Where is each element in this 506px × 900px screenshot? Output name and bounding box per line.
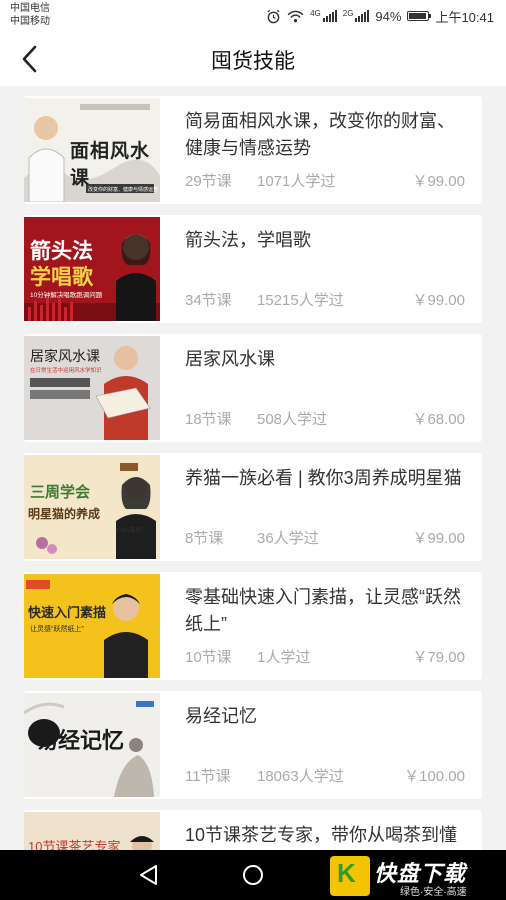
cover-title-2: 学唱歌 <box>30 264 93 289</box>
watermark-subtext: 绿色·安全·高速 <box>400 887 467 898</box>
course-meta: 11节课 18063人学过 ￥100.00 <box>185 765 465 786</box>
course-thumbnail: 三周学会 明星猫的养成 Kitty(猫姐) <box>24 455 160 559</box>
battery-percent: 94% <box>375 8 402 24</box>
course-meta: 10节课 1人学过 ￥79.00 <box>185 646 465 667</box>
learner-count: 1人学过 <box>257 649 311 666</box>
cover-tag: 让灵感“跃然纸上” <box>30 626 84 633</box>
system-nav-bar: K 快盘下载 绿色·安全·高速 <box>0 850 506 900</box>
battery-icon <box>407 11 432 21</box>
clock: 上午10:41 <box>435 9 494 25</box>
course-price: ￥99.00 <box>412 173 465 190</box>
course-meta: 34节课 15215人学过 ￥99.00 <box>185 289 465 310</box>
watermark: K 快盘下载 绿色·安全·高速 <box>330 856 498 898</box>
course-price: ￥68.00 <box>412 411 465 428</box>
lesson-count: 10节课 <box>185 649 232 666</box>
cover-title: 面相风水课 <box>70 140 151 189</box>
course-meta: 18节课 508人学过 ￥68.00 <box>185 408 465 429</box>
course-card[interactable]: 面相风水课 改变你的财富、健康与情感运势 简易面相风水课，改变你的财富、健康与情… <box>24 96 482 204</box>
learner-count: 508人学过 <box>257 411 328 428</box>
learner-count: 1071人学过 <box>257 173 336 190</box>
learner-count: 15215人学过 <box>257 292 344 309</box>
course-card[interactable]: 快速入门素描 让灵感“跃然纸上” 零基础快速入门素描，让灵感“跃然纸上” 10节… <box>24 572 482 680</box>
learner-count: 36人学过 <box>257 530 319 547</box>
watermark-logo-letter: K <box>337 858 356 888</box>
course-thumbnail: 快速入门素描 让灵感“跃然纸上” <box>24 574 160 678</box>
status-bar: 中国电信 中国移动 4G 2G 94% 上午10:41 <box>0 0 506 32</box>
cover-title: 三周学会 <box>30 483 91 501</box>
course-price: ￥79.00 <box>412 649 465 666</box>
cover-title: 易经记忆 <box>36 728 125 754</box>
system-home-button[interactable] <box>240 862 266 888</box>
cover-tag: Kitty(猫姐) <box>116 528 144 534</box>
signal-icon-1 <box>322 10 337 22</box>
course-card[interactable]: 易经记忆 易经记忆 11节课 18063人学过 ￥100.00 <box>24 691 482 799</box>
nav-bar: 囤货技能 <box>0 32 506 86</box>
network-type-1: 4G <box>310 8 321 18</box>
triangle-back-icon <box>140 865 157 885</box>
cover-title-2: 明星猫的养成 <box>28 507 101 521</box>
course-card[interactable]: 居家风水课 在日常生活中运用风水学知识 居家风水课 18节课 508人学过 ￥6… <box>24 334 482 442</box>
course-price: ￥99.00 <box>412 292 465 309</box>
course-title: 简易面相风水课，改变你的财富、健康与情感运势 <box>185 111 455 158</box>
course-title: 零基础快速入门素描，让灵感“跃然纸上” <box>185 587 461 634</box>
circle-home-icon <box>243 865 263 885</box>
course-price: ￥99.00 <box>412 530 465 547</box>
cover-title: 快速入门素描 <box>28 606 107 621</box>
lesson-count: 18节课 <box>185 411 232 428</box>
carrier-1: 中国电信 <box>10 3 50 14</box>
course-title: 居家风水课 <box>185 349 275 369</box>
lesson-count: 8节课 <box>185 530 224 547</box>
lesson-count: 29节课 <box>185 173 232 190</box>
status-icons: 4G 2G 94% 上午10:41 <box>266 6 494 26</box>
course-title: 箭头法，学唱歌 <box>185 230 311 250</box>
course-title: 养猫一族必看 | 教你3周养成明星猫 <box>185 468 462 488</box>
page-title: 囤货技能 <box>211 50 295 73</box>
cover-tag: 在日常生活中运用风水学知识 <box>30 368 102 374</box>
learner-count: 18063人学过 <box>257 768 344 785</box>
signal-icon-2 <box>355 10 370 22</box>
system-back-button[interactable] <box>136 862 162 888</box>
course-price: ￥100.00 <box>404 768 465 785</box>
wifi-icon <box>287 10 304 22</box>
course-thumbnail: 箭头法 学唱歌 10分钟解决唱歌跑调问题 <box>24 217 160 321</box>
watermark-logo: K <box>330 856 370 896</box>
carrier-info: 中国电信 中国移动 <box>10 2 50 28</box>
lesson-count: 34节课 <box>185 292 232 309</box>
course-title: 易经记忆 <box>185 706 257 726</box>
course-meta: 8节课 36人学过 ￥99.00 <box>185 527 465 548</box>
cover-tag: 10分钟解决唱歌跑调问题 <box>30 292 103 299</box>
cover-title: 居家风水课 <box>30 348 100 364</box>
lesson-count: 11节课 <box>185 768 231 785</box>
course-meta: 29节课 1071人学过 ￥99.00 <box>185 170 465 191</box>
course-card[interactable]: 三周学会 明星猫的养成 Kitty(猫姐) 养猫一族必看 | 教你3周养成明星猫… <box>24 453 482 561</box>
course-card[interactable]: 箭头法 学唱歌 10分钟解决唱歌跑调问题 箭头法，学唱歌 34节课 15215人… <box>24 215 482 323</box>
cover-tag: 改变你的财富、健康与情感运势 <box>88 187 159 193</box>
course-thumbnail: 面相风水课 改变你的财富、健康与情感运势 <box>24 98 160 202</box>
alarm-icon <box>267 9 280 23</box>
course-thumbnail: 易经记忆 <box>24 693 160 797</box>
carrier-2: 中国移动 <box>10 16 50 27</box>
course-thumbnail: 居家风水课 在日常生活中运用风水学知识 <box>24 336 160 440</box>
network-type-2: 2G <box>342 8 354 18</box>
